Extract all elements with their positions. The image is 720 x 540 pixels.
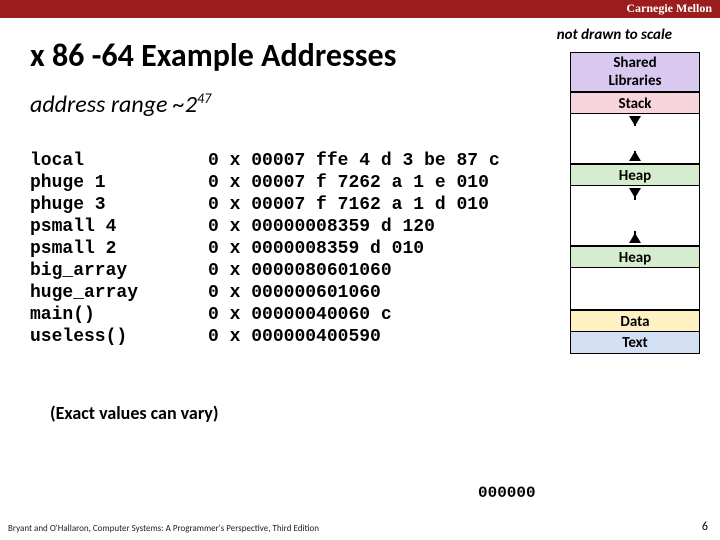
gap-between-heaps bbox=[570, 186, 700, 246]
slide-subtitle: address range ~247 bbox=[30, 90, 211, 119]
memory-diagram: Shared Libraries Stack Heap Heap Data Te… bbox=[570, 52, 700, 354]
brand-label: Carnegie Mellon bbox=[626, 1, 712, 16]
arrow-down-icon bbox=[629, 116, 641, 126]
top-bar bbox=[0, 0, 720, 18]
slide-root: Carnegie Mellon not drawn to scale x 86 … bbox=[0, 0, 720, 540]
gap-heap-data bbox=[570, 268, 700, 310]
segment-text: Text bbox=[570, 332, 700, 354]
symbol-column: local phuge 1 phuge 3 psmall 4 psmall 2 … bbox=[30, 150, 138, 348]
shared-line1: Shared bbox=[571, 54, 699, 72]
vary-note: (Exact values can vary) bbox=[50, 402, 218, 424]
segment-stack: Stack bbox=[570, 92, 700, 114]
segment-data: Data bbox=[570, 310, 700, 332]
footer-citation: Bryant and O'Hallaron, Computer Systems:… bbox=[8, 523, 319, 534]
arrow-down-icon bbox=[629, 188, 641, 198]
subtitle-text: address range ~2 bbox=[30, 90, 197, 119]
address-column: 0 x 00007 ffe 4 d 3 be 87 c 0 x 00007 f … bbox=[208, 150, 500, 348]
arrow-stem bbox=[634, 231, 636, 243]
arrow-stem bbox=[634, 151, 636, 161]
page-number: 6 bbox=[702, 520, 708, 534]
zero-address-label: 000000 bbox=[478, 484, 536, 502]
segment-heap-upper: Heap bbox=[570, 164, 700, 186]
segment-shared-libraries: Shared Libraries bbox=[570, 52, 700, 92]
address-table: local phuge 1 phuge 3 psmall 4 psmall 2 … bbox=[30, 150, 500, 348]
slide-title: x 86 -64 Example Addresses bbox=[30, 36, 396, 75]
shared-line2: Libraries bbox=[571, 72, 699, 90]
subtitle-exponent: 47 bbox=[197, 90, 211, 107]
scale-note: not drawn to scale bbox=[557, 26, 672, 44]
segment-heap-lower: Heap bbox=[570, 246, 700, 268]
gap-stack-heap bbox=[570, 114, 700, 164]
